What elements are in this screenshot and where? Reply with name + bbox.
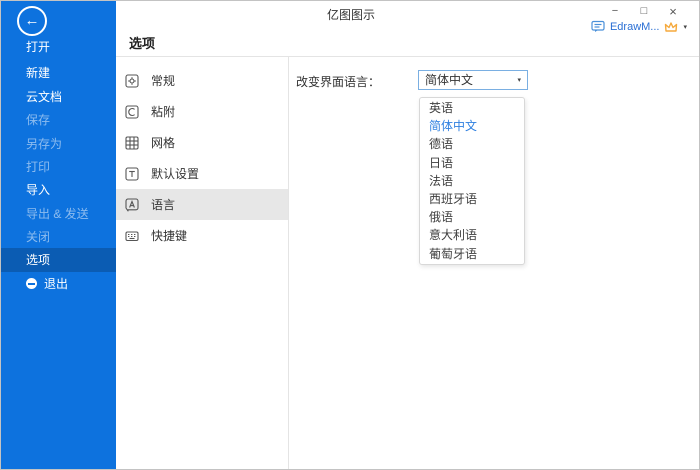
- minimize-button[interactable]: −: [607, 3, 623, 20]
- category-label: 默认设置: [151, 165, 199, 182]
- sidebar-item-label: 导出 & 发送: [26, 207, 89, 221]
- sidebar-item-exit[interactable]: 退出: [1, 272, 116, 296]
- sidebar-item-label: 关闭: [26, 230, 50, 244]
- category-item-language[interactable]: 语言: [116, 189, 288, 220]
- sidebar-item-label: 新建: [26, 66, 50, 80]
- sidebar-item-import[interactable]: 导入: [1, 178, 116, 202]
- category-label: 常规: [151, 72, 175, 89]
- sidebar-item-label: 保存: [26, 113, 50, 127]
- sidebar-item-label: 另存为: [26, 137, 62, 151]
- account-name[interactable]: EdrawM...: [610, 21, 660, 33]
- sidebar-item-print[interactable]: 打印: [1, 155, 116, 179]
- gear-icon: [125, 74, 139, 88]
- dropdown-option-french[interactable]: 法语: [420, 172, 524, 190]
- sidebar-item-label: 打印: [26, 160, 50, 174]
- window-controls: − □ ×: [607, 3, 681, 20]
- grid-icon: [125, 136, 139, 150]
- sidebar-item-label: 导入: [26, 183, 50, 197]
- sidebar-item-close-file[interactable]: 关闭: [1, 225, 116, 249]
- sidebar-item-label: 退出: [44, 277, 68, 291]
- category-item-snap[interactable]: 粘附: [116, 96, 288, 127]
- app-window: ← 打开 新建 云文档 保存 另存为 打印 导入 导出 & 发送 关闭 选项 退…: [0, 0, 700, 470]
- language-select[interactable]: 简体中文 ▾: [418, 70, 528, 90]
- language-setting-label: 改变界面语言：: [296, 73, 380, 90]
- dropdown-option-spanish[interactable]: 西班牙语: [420, 190, 524, 208]
- header-divider: [116, 56, 699, 57]
- close-button[interactable]: ×: [665, 3, 681, 20]
- exit-minus-icon: [26, 278, 37, 289]
- sidebar-item-export-send[interactable]: 导出 & 发送: [1, 202, 116, 226]
- dropdown-option-russian[interactable]: 俄语: [420, 208, 524, 226]
- category-item-grid[interactable]: 网格: [116, 127, 288, 158]
- category-label: 网格: [151, 134, 175, 151]
- sidebar-item-label: 打开: [26, 40, 50, 54]
- magnet-icon: [125, 105, 139, 119]
- dropdown-option-english[interactable]: 英语: [420, 99, 524, 117]
- back-button[interactable]: ←: [17, 6, 47, 36]
- dropdown-option-german[interactable]: 德语: [420, 135, 524, 153]
- back-arrow-icon: ←: [25, 13, 40, 28]
- dropdown-option-simplified-chinese[interactable]: 简体中文: [420, 117, 524, 135]
- sidebar-item-save-as[interactable]: 另存为: [1, 132, 116, 156]
- text-default-icon: [125, 167, 139, 181]
- category-item-default-settings[interactable]: 默认设置: [116, 158, 288, 189]
- settings-category-list: 常规 粘附 网格: [116, 65, 288, 251]
- sidebar-item-options[interactable]: 选项: [1, 248, 116, 272]
- sidebar-item-new[interactable]: 新建: [1, 61, 116, 85]
- window-title: 亿图图示: [116, 6, 586, 23]
- sidebar-item-label: 云文档: [26, 90, 62, 104]
- file-menu-sidebar: ← 打开 新建 云文档 保存 另存为 打印 导入 导出 & 发送 关闭 选项 退…: [1, 1, 116, 470]
- select-caret-icon: ▾: [517, 72, 521, 89]
- language-icon: [125, 198, 139, 212]
- account-area: EdrawM... ▾: [591, 20, 687, 33]
- keyboard-icon: [125, 229, 139, 243]
- language-dropdown: 英语 简体中文 德语 日语 法语 西班牙语 俄语 意大利语 葡萄牙语: [419, 97, 525, 265]
- account-caret-icon[interactable]: ▾: [683, 23, 687, 31]
- page-title: 选项: [129, 33, 155, 52]
- sidebar-item-open[interactable]: 打开: [1, 35, 116, 59]
- language-select-value: 简体中文: [425, 73, 473, 87]
- category-label: 快捷键: [151, 227, 187, 244]
- maximize-button[interactable]: □: [636, 3, 652, 20]
- category-label: 语言: [151, 196, 175, 213]
- dropdown-option-japanese[interactable]: 日语: [420, 154, 524, 172]
- category-label: 粘附: [151, 103, 175, 120]
- category-item-general[interactable]: 常规: [116, 65, 288, 96]
- category-item-shortcuts[interactable]: 快捷键: [116, 220, 288, 251]
- panel-divider: [288, 57, 289, 469]
- dropdown-option-portuguese[interactable]: 葡萄牙语: [420, 245, 524, 263]
- sidebar-item-cloud-docs[interactable]: 云文档: [1, 85, 116, 109]
- dropdown-option-italian[interactable]: 意大利语: [420, 226, 524, 244]
- sidebar-item-label: 选项: [26, 253, 50, 267]
- vip-crown-icon[interactable]: [664, 21, 678, 33]
- chat-icon[interactable]: [591, 20, 605, 33]
- sidebar-item-save[interactable]: 保存: [1, 108, 116, 132]
